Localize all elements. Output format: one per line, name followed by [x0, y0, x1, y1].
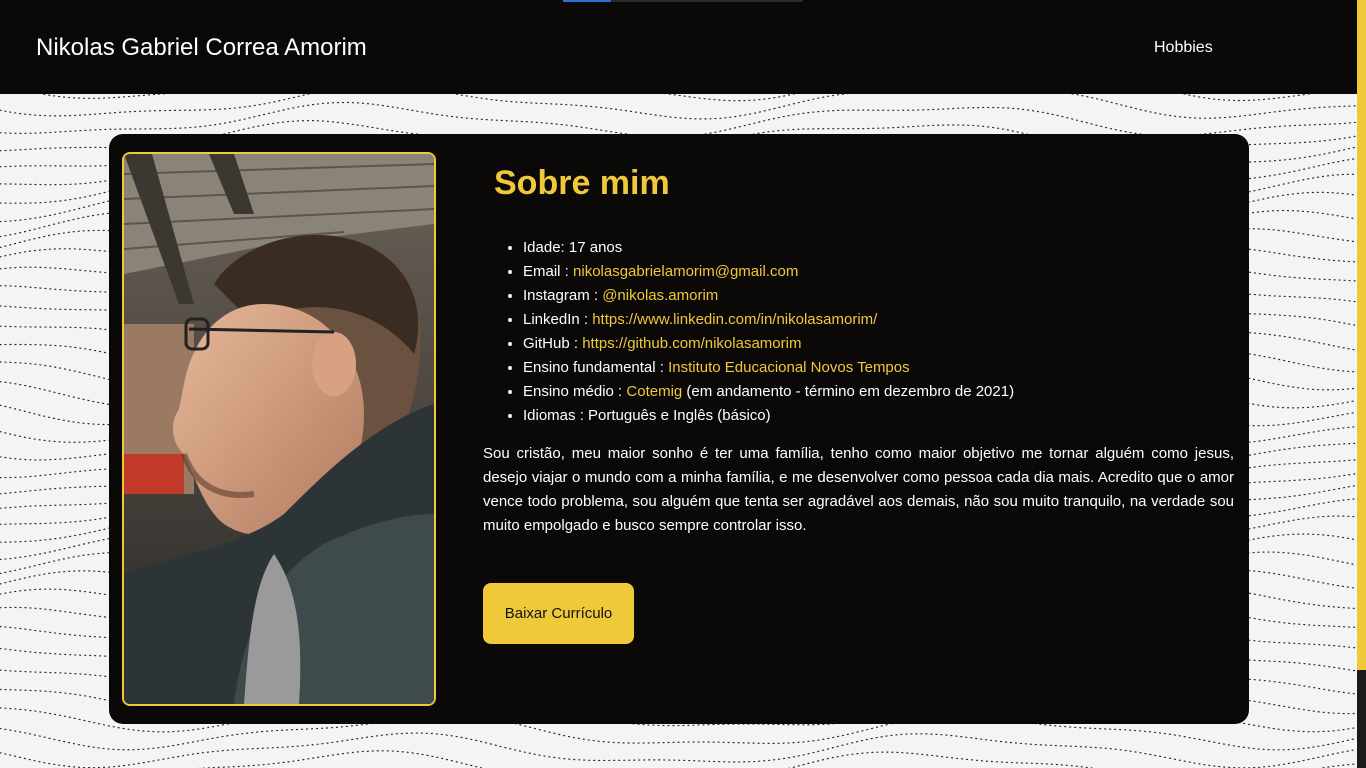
info-label: LinkedIn : — [523, 311, 593, 328]
info-label: Ensino fundamental : — [523, 359, 669, 376]
info-label: Ensino médio : — [523, 383, 627, 400]
info-item-instagram: Instagram : @nikolas.amorim — [523, 284, 1014, 308]
profile-photo-illustration — [124, 154, 434, 704]
high-school-link[interactable]: Cotemig — [626, 383, 682, 400]
site-title: Nikolas Gabriel Correa Amorim — [36, 34, 367, 61]
info-item-high-school: Ensino médio : Cotemig (em andamento - t… — [523, 380, 1014, 404]
linkedin-link[interactable]: https://www.linkedin.com/in/nikolasamori… — [592, 311, 877, 328]
about-heading: Sobre mim — [494, 164, 670, 202]
page-load-progress — [563, 0, 803, 2]
scrollbar[interactable] — [1357, 0, 1366, 768]
info-item-elementary-school: Ensino fundamental : Instituto Educacion… — [523, 356, 1014, 380]
info-label: Idiomas : Português e Inglês (básico) — [523, 407, 771, 424]
github-link[interactable]: https://github.com/nikolasamorim — [582, 335, 801, 352]
info-item-languages: Idiomas : Português e Inglês (básico) — [523, 404, 1014, 428]
info-item-age: Idade: 17 anos — [523, 236, 1014, 260]
info-item-linkedin: LinkedIn : https://www.linkedin.com/in/n… — [523, 308, 1014, 332]
elementary-school-link[interactable]: Instituto Educacional Novos Tempos — [668, 359, 910, 376]
nav-link-hobbies[interactable]: Hobbies — [1154, 39, 1213, 57]
info-label: Email : — [523, 263, 574, 280]
info-list: Idade: 17 anos Email : nikolasgabrielamo… — [523, 236, 1014, 428]
info-label: GitHub : — [523, 335, 583, 352]
info-item-github: GitHub : https://github.com/nikolasamori… — [523, 332, 1014, 356]
email-link[interactable]: nikolasgabrielamorim@gmail.com — [573, 263, 798, 280]
instagram-link[interactable]: @nikolas.amorim — [602, 287, 718, 304]
download-cv-button[interactable]: Baixar Currículo — [483, 583, 634, 644]
top-navbar: Nikolas Gabriel Correa Amorim Hobbies — [0, 0, 1357, 94]
bio-paragraph: Sou cristão, meu maior sonho é ter uma f… — [483, 445, 1234, 534]
info-item-email: Email : nikolasgabrielamorim@gmail.com — [523, 260, 1014, 284]
profile-photo — [122, 152, 436, 706]
info-suffix: (em andamento - término em dezembro de 2… — [682, 383, 1015, 400]
info-label: Idade: 17 anos — [523, 239, 623, 256]
about-card: Sobre mim Idade: 17 anos Email : nikolas… — [109, 134, 1249, 724]
info-label: Instagram : — [523, 287, 603, 304]
scrollbar-thumb[interactable] — [1357, 0, 1366, 670]
